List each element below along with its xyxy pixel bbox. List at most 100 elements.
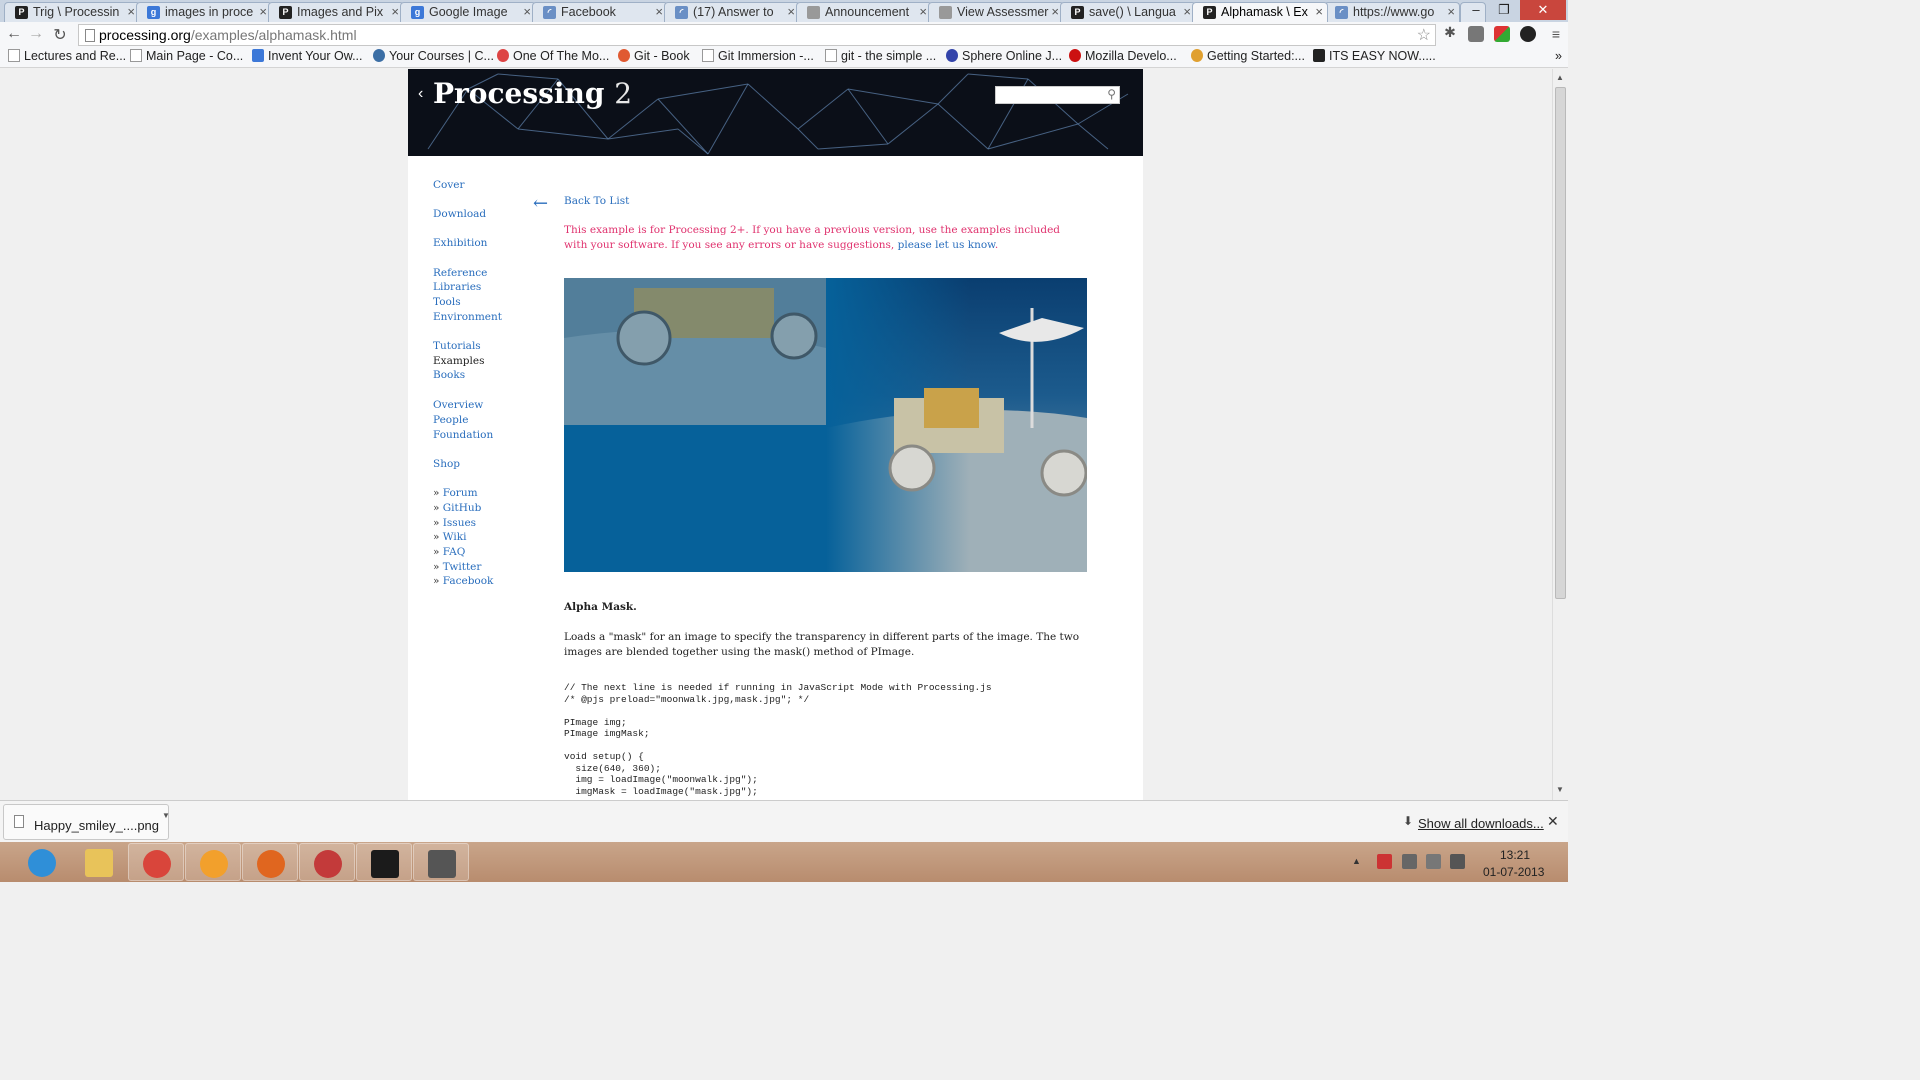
sketch-window-taskbar-button[interactable] [413, 843, 469, 881]
browser-tab[interactable]: P Alphamask \ Ex × [1192, 2, 1328, 22]
bookmark-item[interactable]: Getting Started:... [1191, 49, 1305, 63]
download-item[interactable]: Happy_smiley_....png ▼ [3, 804, 170, 840]
power-tray-icon[interactable] [1402, 854, 1417, 869]
close-tab-icon[interactable]: × [1447, 4, 1455, 19]
chrome-taskbar-button[interactable] [128, 843, 184, 881]
reload-icon[interactable]: ↻ [50, 25, 70, 45]
close-tab-icon[interactable]: × [523, 4, 531, 19]
extension-icon[interactable]: ✱ [1440, 24, 1460, 41]
address-bar[interactable]: processing.org/examples/alphamask.html ☆ [78, 24, 1436, 46]
close-tab-icon[interactable]: × [787, 4, 795, 19]
bookmark-item[interactable]: Mozilla Develo... [1069, 49, 1177, 63]
sidebar-link-people[interactable]: People [433, 414, 468, 426]
browser-tab[interactable]: ◜ (17) Answer to × [664, 2, 800, 22]
scroll-up-arrow-icon[interactable]: ▲ [1556, 73, 1564, 82]
close-tab-icon[interactable]: × [259, 4, 267, 19]
site-search-input[interactable]: ⚲ [995, 86, 1120, 104]
bookmark-item[interactable]: One Of The Mo... [497, 49, 609, 63]
menu-icon[interactable]: ≡ [1546, 26, 1566, 42]
bookmark-item[interactable]: Git - Book [618, 49, 690, 63]
browser-tab[interactable]: g Google Image × [400, 2, 536, 22]
sidebar-link-github[interactable]: » GitHub [433, 502, 481, 514]
sidebar-link-books[interactable]: Books [433, 369, 465, 381]
network-tray-icon[interactable] [1426, 854, 1441, 869]
url-text[interactable]: processing.org/examples/alphamask.html [99, 27, 357, 43]
firefox-taskbar-button[interactable] [242, 843, 298, 881]
bookmark-item[interactable]: Main Page - Co... [130, 49, 243, 63]
sidebar-link-facebook[interactable]: » Facebook [433, 575, 493, 587]
feedback-link[interactable]: please let us know [898, 239, 995, 251]
maximize-button[interactable]: ❐ [1490, 0, 1518, 20]
sidebar-link-wiki[interactable]: » Wiki [433, 531, 466, 543]
sidebar-link-twitter[interactable]: » Twitter [433, 561, 481, 573]
close-tab-icon[interactable]: × [655, 4, 663, 19]
sidebar-link-issues[interactable]: » Issues [433, 517, 476, 529]
search-icon[interactable]: ⚲ [1107, 87, 1116, 101]
file-explorer-taskbar-button[interactable] [71, 843, 127, 881]
sidebar-link-tutorials[interactable]: Tutorials [433, 340, 481, 352]
forward-arrow-icon[interactable]: → [26, 25, 46, 43]
bookmark-star-icon[interactable]: ☆ [1417, 25, 1431, 45]
close-icon[interactable]: ✕ [1547, 813, 1559, 830]
sidebar-link-download[interactable]: Download [433, 208, 486, 220]
bookmark-item[interactable]: Invent Your Ow... [252, 49, 363, 63]
sidebar-link-faq[interactable]: » FAQ [433, 546, 465, 558]
page-scrollbar[interactable]: ▲ ▼ [1552, 69, 1568, 800]
processing-app-taskbar-button[interactable] [299, 843, 355, 881]
show-all-downloads-link[interactable]: Show all downloads... [1418, 816, 1544, 831]
sidebar-link-shop[interactable]: Shop [433, 458, 460, 470]
browser-tab[interactable]: g images in proce × [136, 2, 272, 22]
sidebar-link-forum[interactable]: » Forum [433, 487, 478, 499]
bookmark-item[interactable]: Lectures and Re... [8, 49, 126, 63]
close-tab-icon[interactable]: × [919, 4, 927, 19]
browser-tab[interactable]: ◜ Facebook × [532, 2, 668, 22]
processing-taskbar-button[interactable] [356, 843, 412, 881]
clock-date[interactable]: 01-07-2013 [1483, 865, 1544, 879]
close-tab-icon[interactable]: × [1051, 4, 1059, 19]
sidebar-link-libraries[interactable]: Libraries [433, 281, 481, 293]
bookmark-item[interactable]: git - the simple ... [825, 49, 936, 63]
sidebar-link-tools[interactable]: Tools [433, 296, 461, 308]
close-tab-icon[interactable]: × [1315, 4, 1323, 19]
browser-tab[interactable]: ◜ https://www.go × [1324, 2, 1460, 22]
antivirus-tray-icon[interactable] [1377, 854, 1392, 869]
outlook-taskbar-button[interactable] [185, 843, 241, 881]
sidebar-link-foundation[interactable]: Foundation [433, 429, 493, 441]
back-arrow-icon[interactable]: ← [4, 25, 24, 43]
chevron-down-icon[interactable]: ▼ [162, 811, 170, 820]
bookmark-item[interactable]: ITS EASY NOW..... [1313, 49, 1436, 63]
close-tab-icon[interactable]: × [127, 4, 135, 19]
sidebar-link-reference[interactable]: Reference [433, 267, 487, 279]
back-arrow-icon[interactable]: ← [533, 193, 548, 214]
internet-explorer-taskbar-button[interactable] [14, 843, 70, 881]
back-chevron-icon[interactable]: ‹ [418, 85, 423, 103]
extension-icon[interactable] [1494, 26, 1510, 42]
tray-expand-icon[interactable]: ▲ [1352, 856, 1361, 866]
scrollbar-thumb[interactable] [1555, 87, 1566, 599]
bookmarks-overflow-button[interactable]: » [1555, 49, 1562, 63]
bookmark-item[interactable]: Your Courses | C... [373, 49, 494, 63]
close-window-button[interactable]: ✕ [1520, 0, 1566, 20]
sidebar-link-exhibition[interactable]: Exhibition [433, 237, 487, 249]
sidebar-link-cover[interactable]: Cover [433, 179, 465, 191]
extension-icon[interactable] [1520, 26, 1536, 42]
bookmark-item[interactable]: Sphere Online J... [946, 49, 1062, 63]
bookmark-item[interactable]: Git Immersion -... [702, 49, 814, 63]
back-to-list-link[interactable]: Back To List [564, 195, 629, 207]
site-logo[interactable]: Processing 2 [433, 77, 632, 110]
close-tab-icon[interactable]: × [1183, 4, 1191, 19]
sidebar-link-overview[interactable]: Overview [433, 399, 483, 411]
extension-icon[interactable] [1468, 26, 1484, 42]
minimize-button[interactable]: – [1462, 0, 1490, 20]
sidebar-link-examples[interactable]: Examples [433, 355, 485, 367]
browser-tab[interactable]: P Trig \ Processin × [4, 2, 140, 22]
sidebar-link-environment[interactable]: Environment [433, 311, 502, 323]
volume-tray-icon[interactable] [1450, 854, 1465, 869]
browser-tab[interactable]: Psave() \ Langua × [1060, 2, 1196, 22]
browser-tab[interactable]: View Assessmer × [928, 2, 1064, 22]
scroll-down-arrow-icon[interactable]: ▼ [1556, 785, 1564, 794]
browser-tab[interactable]: P Images and Pix × [268, 2, 404, 22]
browser-tab[interactable]: Announcement × [796, 2, 932, 22]
close-tab-icon[interactable]: × [391, 4, 399, 19]
clock-time[interactable]: 13:21 [1500, 848, 1530, 862]
